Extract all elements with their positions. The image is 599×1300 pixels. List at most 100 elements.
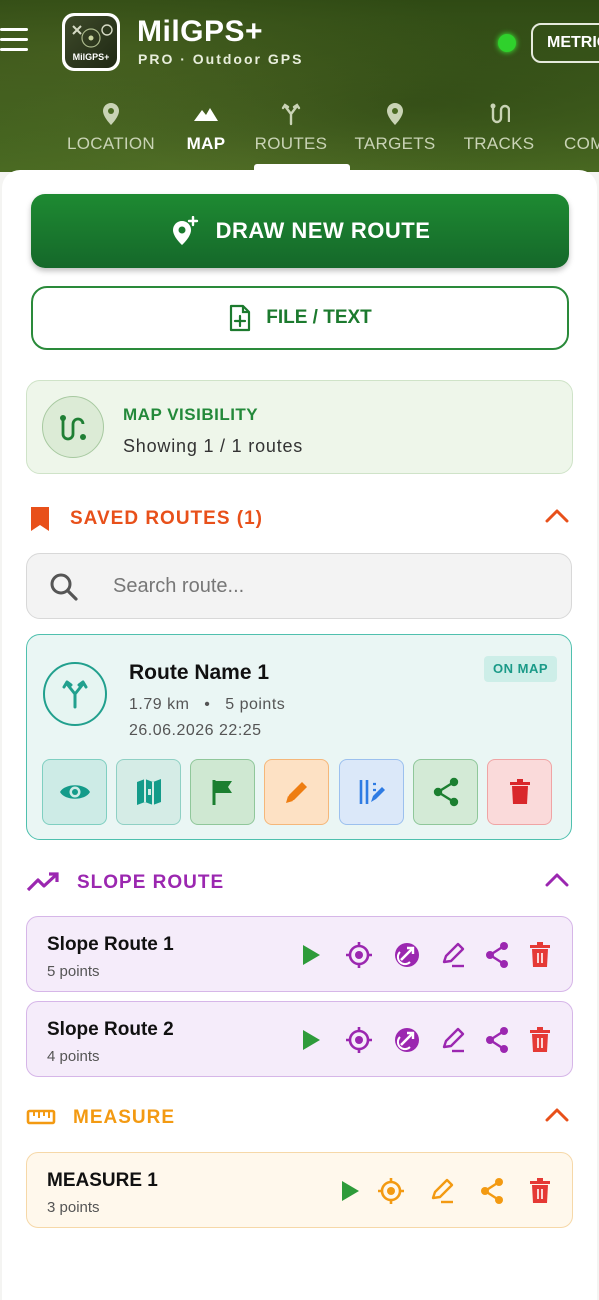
- edit-note-icon: [357, 778, 387, 806]
- map-visibility-status: Showing 1 / 1 routes: [123, 436, 304, 456]
- route-name: Route Name 1: [129, 661, 270, 684]
- route-icon: [42, 396, 104, 458]
- logo-text: MilGPS+: [72, 52, 110, 62]
- bookmark-icon: [30, 506, 50, 532]
- draw-new-route-button[interactable]: DRAW NEW ROUTE: [31, 194, 569, 268]
- edit-icon[interactable]: [439, 941, 467, 969]
- share-icon[interactable]: [483, 941, 511, 969]
- tab-label: TRACKS: [463, 134, 535, 153]
- file-text-label: FILE / TEXT: [266, 307, 372, 328]
- tab-routes[interactable]: ROUTES: [254, 100, 328, 164]
- share-icon[interactable]: [478, 1177, 506, 1205]
- measure-points: 3 points: [47, 1199, 100, 1216]
- tab-label: ROUTES: [254, 134, 328, 153]
- route-date: 26.06.2026 22:25: [129, 722, 262, 739]
- slope-route-item[interactable]: Slope Route 1 5 points: [26, 916, 573, 992]
- eye-icon: [59, 781, 91, 803]
- start-navigation-button[interactable]: [190, 759, 255, 825]
- slope-route-name: Slope Route 1: [47, 934, 174, 955]
- slope-icon[interactable]: [393, 1026, 421, 1054]
- route-icon: [462, 100, 536, 128]
- gps-status-indicator: [498, 34, 516, 52]
- share-icon[interactable]: [483, 1026, 511, 1054]
- app-logo: MilGPS+: [62, 13, 120, 71]
- open-map-button[interactable]: [116, 759, 181, 825]
- app-subtitle: PRO · Outdoor GPS: [138, 51, 304, 67]
- slope-route-points: 5 points: [47, 963, 100, 980]
- trash-icon[interactable]: [526, 941, 554, 969]
- chevron-up-icon[interactable]: [545, 508, 569, 524]
- slope-route-points: 4 points: [47, 1048, 100, 1065]
- play-icon[interactable]: [297, 1026, 325, 1054]
- mountain-icon: [176, 100, 236, 128]
- menu-icon[interactable]: [0, 28, 30, 56]
- on-map-badge: ON MAP: [484, 656, 557, 682]
- slope-route-item[interactable]: Slope Route 2 4 points: [26, 1001, 573, 1077]
- play-icon[interactable]: [336, 1177, 364, 1205]
- tab-label: MAP: [186, 134, 226, 153]
- slope-route-title: SLOPE ROUTE: [77, 872, 225, 893]
- saved-route-card[interactable]: Route Name 1 1.79 km • 5 points 26.06.20…: [26, 634, 572, 840]
- fork-icon: [254, 100, 328, 128]
- edit-icon[interactable]: [428, 1177, 456, 1205]
- tab-targets[interactable]: TARGETS: [354, 100, 436, 164]
- route-distance: 1.79 km: [129, 696, 190, 713]
- separator-dot: •: [194, 696, 221, 713]
- show-route-button[interactable]: [42, 759, 107, 825]
- file-text-button[interactable]: FILE / TEXT: [31, 286, 569, 350]
- edit-icon[interactable]: [439, 1026, 467, 1054]
- locate-icon[interactable]: [345, 941, 373, 969]
- search-icon: [49, 572, 79, 602]
- pin-icon: [66, 100, 156, 128]
- route-details-button[interactable]: [339, 759, 404, 825]
- slope-route-name: Slope Route 2: [47, 1019, 174, 1040]
- file-add-icon: [228, 304, 252, 332]
- saved-routes-header[interactable]: SAVED ROUTES (1): [26, 502, 573, 536]
- route-stats: 1.79 km • 5 points: [129, 696, 285, 714]
- add-location-icon: [170, 216, 200, 246]
- slope-route-header[interactable]: SLOPE ROUTE: [26, 866, 573, 900]
- draw-new-route-label: DRAW NEW ROUTE: [215, 218, 431, 243]
- map-visibility-card[interactable]: MAP VISIBILITY Showing 1 / 1 routes: [26, 380, 573, 474]
- trash-icon[interactable]: [526, 1026, 554, 1054]
- measure-header[interactable]: MEASURE: [26, 1101, 573, 1135]
- tab-map[interactable]: MAP: [176, 100, 236, 164]
- ruler-icon: [26, 1107, 56, 1127]
- trash-icon: [509, 779, 531, 805]
- map-visibility-title: MAP VISIBILITY: [123, 405, 259, 424]
- share-icon: [432, 777, 460, 807]
- share-route-button[interactable]: [413, 759, 478, 825]
- app-title: MilGPS+: [137, 15, 264, 48]
- main-tabs: LOCATION MAP ROUTES TARGETS TRACKS COM: [0, 100, 599, 164]
- pin-icon: [354, 100, 436, 128]
- tab-location[interactable]: LOCATION: [66, 100, 156, 164]
- measure-name: MEASURE 1: [47, 1170, 158, 1191]
- locate-icon[interactable]: [345, 1026, 373, 1054]
- pencil-icon: [283, 778, 311, 806]
- slope-icon[interactable]: [393, 941, 421, 969]
- edit-route-button[interactable]: [264, 759, 329, 825]
- chevron-up-icon[interactable]: [545, 1107, 569, 1123]
- route-search-input[interactable]: [113, 570, 533, 602]
- map-icon: [136, 778, 162, 806]
- chevron-up-icon[interactable]: [545, 872, 569, 888]
- units-toggle-button[interactable]: METRIC: [531, 23, 599, 63]
- trash-icon[interactable]: [526, 1177, 554, 1205]
- flag-icon: [211, 778, 235, 806]
- locate-icon[interactable]: [377, 1177, 405, 1205]
- measure-item[interactable]: MEASURE 1 3 points: [26, 1152, 573, 1228]
- tab-com[interactable]: COM: [564, 100, 599, 164]
- tab-tracks[interactable]: TRACKS: [462, 100, 536, 164]
- measure-title: MEASURE: [73, 1107, 176, 1128]
- delete-route-button[interactable]: [487, 759, 552, 825]
- tab-label: TARGETS: [354, 134, 436, 153]
- trending-up-icon: [26, 872, 60, 892]
- fork-icon: [43, 662, 107, 726]
- route-search-bar[interactable]: [26, 553, 572, 619]
- saved-routes-title: SAVED ROUTES (1): [70, 508, 264, 529]
- play-icon[interactable]: [297, 941, 325, 969]
- tab-label: COM: [564, 134, 599, 153]
- app-header: MilGPS+ MilGPS+ PRO · Outdoor GPS METRIC…: [0, 0, 599, 172]
- tab-label: LOCATION: [66, 134, 156, 153]
- route-points: 5 points: [225, 696, 286, 713]
